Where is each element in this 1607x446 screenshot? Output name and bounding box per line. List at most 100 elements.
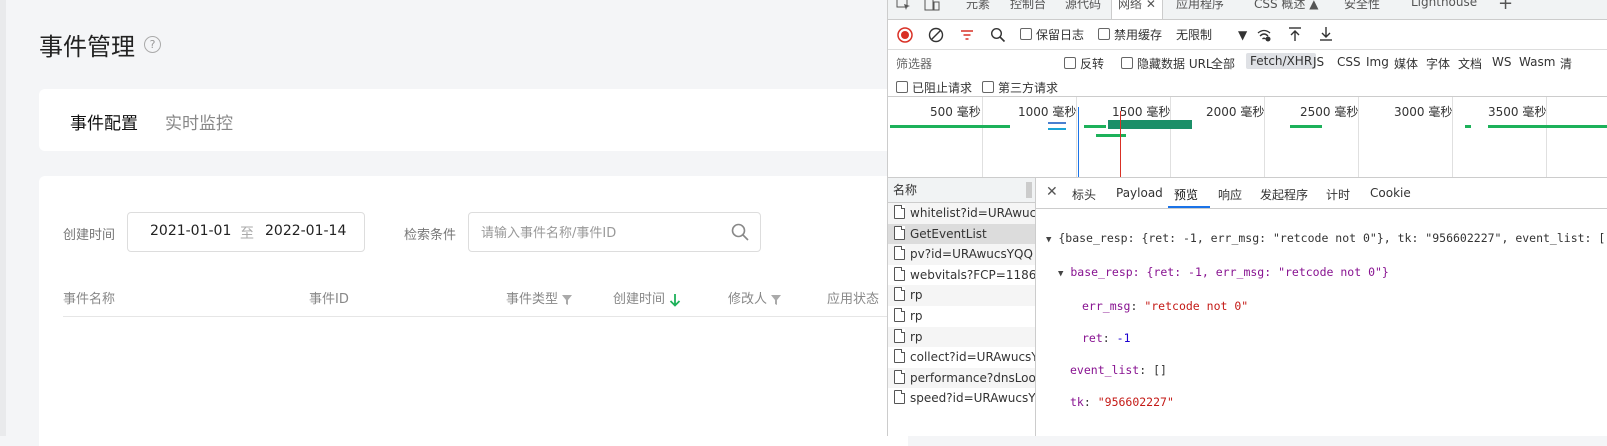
type-doc[interactable]: 文档: [1458, 55, 1482, 72]
devtools-tab-css-overview[interactable]: CSS 概述 ▲: [1254, 0, 1319, 12]
filter-icon[interactable]: [562, 294, 573, 306]
search-icon[interactable]: [730, 222, 750, 242]
search-icon[interactable]: [990, 27, 1006, 43]
devtools-tab-lighthouse[interactable]: Lighthouse: [1411, 0, 1477, 9]
detail-tab-response[interactable]: 响应: [1218, 186, 1242, 203]
col-event-type[interactable]: 事件类型: [506, 288, 573, 307]
tick-label: 1000 毫秒: [1018, 105, 1077, 119]
request-row[interactable]: whitelist?id=URAwucsYQQ: [888, 203, 1035, 224]
inspect-icon[interactable]: [896, 0, 912, 12]
timeline-bar: [1488, 125, 1607, 128]
load-marker: [1120, 111, 1121, 177]
network-overview-timeline[interactable]: 500 毫秒 1000 毫秒 1500 毫秒 2000 毫秒 2500 毫秒 3…: [888, 97, 1607, 178]
invert-checkbox[interactable]: 反转: [1064, 55, 1104, 72]
name-column-header[interactable]: 名称: [888, 178, 1035, 203]
type-css[interactable]: CSS: [1337, 55, 1361, 69]
export-har-icon[interactable]: [1318, 26, 1334, 42]
blocked-requests-checkbox[interactable]: 已阻止请求: [896, 79, 972, 96]
col-created-time[interactable]: 创建时间: [613, 288, 681, 307]
expand-triangle-icon[interactable]: ▼: [1046, 235, 1051, 245]
request-rows: whitelist?id=URAwucsYQQ GetEventList pv?id…: [888, 203, 1035, 409]
filter-icon[interactable]: [771, 294, 782, 306]
type-manifest[interactable]: 清: [1560, 55, 1572, 72]
disable-cache-checkbox[interactable]: 禁用缓存: [1098, 26, 1162, 43]
request-row[interactable]: GetEventList: [888, 223, 1035, 245]
tick-label: 2500 毫秒: [1300, 105, 1359, 119]
json-base-resp-row[interactable]: ▼ base_resp: {ret: -1, err_msg: "retcode…: [1046, 264, 1607, 282]
filter-row: 筛选器 反转 隐藏数据 URL 全部 Fetch/XHR JS CSS Img …: [888, 50, 1607, 76]
type-font[interactable]: 字体: [1426, 55, 1450, 72]
type-media[interactable]: 媒体: [1394, 55, 1418, 72]
detail-tab-headers[interactable]: 标头: [1072, 186, 1096, 203]
devtools-tab-console[interactable]: 控制台: [1010, 0, 1046, 12]
col-modifier[interactable]: 修改人: [728, 288, 782, 307]
request-row[interactable]: rp: [888, 285, 1035, 306]
search-input[interactable]: [479, 222, 723, 244]
type-fetch-xhr[interactable]: Fetch/XHR: [1246, 53, 1317, 69]
dom-content-loaded-marker: [1078, 107, 1079, 177]
request-row[interactable]: rp: [888, 326, 1035, 348]
import-har-icon[interactable]: [1287, 26, 1303, 42]
expand-triangle-icon[interactable]: ▼: [1058, 269, 1063, 279]
search-box[interactable]: [468, 212, 761, 252]
devtools-tab-sources[interactable]: 源代码: [1065, 0, 1101, 12]
third-party-checkbox[interactable]: 第三方请求: [982, 79, 1058, 96]
request-row[interactable]: collect?id=URAwucsYQQ: [888, 347, 1035, 368]
devtools-tab-security[interactable]: 安全性: [1344, 0, 1380, 12]
device-toggle-icon[interactable]: [924, 0, 940, 12]
type-wasm[interactable]: Wasm: [1519, 55, 1555, 69]
col-event-name: 事件名称: [63, 292, 116, 307]
type-js[interactable]: JS: [1313, 55, 1324, 69]
json-root-row[interactable]: ▼ {base_resp: {ret: -1, err_msg: "retcod…: [1046, 230, 1607, 248]
date-start[interactable]: 2021-01-01: [150, 223, 231, 239]
close-icon[interactable]: ✕: [1146, 0, 1156, 11]
detail-tab-cookie[interactable]: Cookie: [1370, 186, 1411, 200]
request-name: GetEventList: [910, 226, 987, 241]
detail-tab-timing[interactable]: 计时: [1326, 186, 1350, 203]
flask-icon: ▲: [1309, 0, 1319, 11]
detail-tab-initiator[interactable]: 发起程序: [1260, 186, 1308, 203]
request-list: 名称 whitelist?id=URAwucsYQQ GetEventList pv…: [888, 178, 1036, 436]
network-conditions-icon[interactable]: [1256, 27, 1272, 43]
type-all[interactable]: 全部: [1211, 55, 1235, 72]
add-tab-icon[interactable]: +: [1498, 0, 1513, 14]
date-separator: 至: [240, 226, 254, 242]
filter-input-label[interactable]: 筛选器: [896, 55, 932, 72]
throttle-select[interactable]: 无限制 ▼: [1176, 26, 1247, 43]
request-row[interactable]: webvitals?FCP=1186.1: [888, 265, 1035, 286]
file-icon: [894, 369, 905, 384]
request-row[interactable]: speed?id=URAwucsYQQ: [888, 388, 1035, 409]
request-row[interactable]: pv?id=URAwucsYQQ: [888, 244, 1035, 265]
clear-icon[interactable]: [928, 27, 944, 43]
request-row[interactable]: rp: [888, 306, 1035, 327]
filter-funnel-icon[interactable]: [959, 27, 975, 43]
file-icon: [894, 287, 905, 302]
tick-label: 500 毫秒: [930, 105, 981, 119]
date-end[interactable]: 2022-01-14: [265, 223, 346, 239]
active-tab-underline: [1168, 206, 1210, 208]
json-err-msg-row: err_msg: "retcode not 0": [1082, 299, 1249, 313]
detail-tab-preview[interactable]: 预览: [1174, 186, 1198, 203]
detail-tab-payload[interactable]: Payload: [1116, 186, 1163, 200]
preserve-log-checkbox[interactable]: 保留日志: [1020, 26, 1084, 43]
request-row[interactable]: performance?dnsLookup: [888, 367, 1035, 389]
tab-event-config[interactable]: 事件配置: [70, 109, 138, 134]
request-name: performance?dnsLookup: [910, 370, 1035, 385]
tab-realtime-monitor[interactable]: 实时监控: [165, 109, 233, 134]
question-circle-icon[interactable]: ?: [144, 36, 161, 53]
devtools-tab-network[interactable]: 网络 ✕: [1111, 0, 1163, 19]
devtools-tab-elements[interactable]: 元素: [966, 0, 990, 12]
sort-down-icon[interactable]: [669, 293, 681, 307]
scrollbar[interactable]: [1026, 182, 1032, 198]
record-icon[interactable]: [897, 27, 913, 43]
devtools-tab-application[interactable]: 应用程序: [1176, 0, 1224, 12]
col-event-id: 事件ID: [309, 292, 349, 307]
main-card: 创建时间 2021-01-01 至 2022-01-14 检索条件 事件名称 事…: [39, 176, 908, 446]
json-preview[interactable]: ▼ {base_resp: {ret: -1, err_msg: "retcod…: [1046, 214, 1607, 442]
devtools-tabbar: 元素 控制台 源代码 网络 ✕ 应用程序 CSS 概述 ▲ 安全性 Lighth…: [888, 0, 1607, 20]
type-img[interactable]: Img: [1366, 55, 1389, 69]
hide-data-urls-checkbox[interactable]: 隐藏数据 URL: [1121, 55, 1213, 72]
date-range-picker[interactable]: 2021-01-01 至 2022-01-14: [127, 212, 365, 252]
type-ws[interactable]: WS: [1492, 55, 1511, 69]
close-icon[interactable]: ✕: [1046, 184, 1058, 200]
